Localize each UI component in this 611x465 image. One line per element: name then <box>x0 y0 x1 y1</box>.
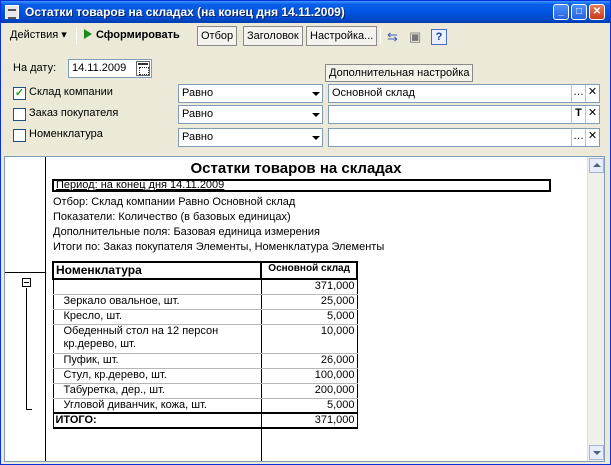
table-row: Зеркало овальное, шт. 25,000 <box>52 294 358 310</box>
report-indicators-line: Показатели: Количество (в базовых единиц… <box>53 211 291 223</box>
report-extra-fields-line: Дополнительные поля: Базовая единица изм… <box>53 226 320 238</box>
clear-icon[interactable]: ✕ <box>585 85 599 102</box>
minimize-button[interactable]: _ <box>553 4 569 20</box>
play-icon <box>84 29 92 39</box>
select-ellipsis-icon[interactable]: … <box>571 85 585 102</box>
total-value: 371,000 <box>260 412 358 429</box>
stock-table: Номенклатура Основной склад 371,000 Зерк… <box>51 261 358 429</box>
report-filter-line: Отбор: Склад компании Равно Основной скл… <box>53 196 296 208</box>
table-row: Табуретка, дер., шт. 200,000 <box>52 383 358 399</box>
generate-button[interactable]: Сформировать <box>81 26 183 46</box>
settings-button[interactable]: Настройка... <box>306 26 378 46</box>
column-header-nomenclature: Номенклатура <box>51 261 263 280</box>
warehouse-condition-select[interactable]: Равно <box>178 84 323 103</box>
customer-order-value-field[interactable]: T ✕ <box>328 105 600 124</box>
report-title: Остатки товаров на складах <box>190 160 402 177</box>
report-icon <box>5 5 19 19</box>
clear-icon[interactable]: ✕ <box>585 129 599 146</box>
group-total-cell: 371,000 <box>260 279 358 295</box>
select-ellipsis-icon[interactable]: … <box>571 129 585 146</box>
warehouse-checkbox[interactable]: ✓ <box>13 87 26 100</box>
total-row: ИТОГО: 371,000 <box>52 412 358 429</box>
customer-order-checkbox[interactable] <box>13 108 26 121</box>
report-period: Период: на конец дня 14.11.2009 <box>52 179 551 192</box>
scroll-up-icon[interactable] <box>589 158 604 173</box>
toolbar: Действия ▾ Сформировать Отбор Заголовок … <box>4 25 607 47</box>
column-header-main-warehouse: Основной склад <box>260 261 358 280</box>
chevron-down-icon[interactable] <box>309 85 322 102</box>
table-row: Стул, кр.дерево, шт. 100,000 <box>52 368 358 384</box>
warehouse-value-field[interactable]: Основной склад … ✕ <box>328 84 600 103</box>
clear-icon[interactable]: ✕ <box>585 106 599 123</box>
report-totals-by-line: Итоги по: Заказ покупателя Элементы, Ном… <box>53 241 385 253</box>
chevron-down-icon[interactable] <box>309 106 322 123</box>
chevron-down-icon[interactable] <box>309 129 322 146</box>
help-icon[interactable]: ? <box>431 29 447 45</box>
table-row: Обеденный стол на 12 персон кр.дерево, ш… <box>52 324 358 354</box>
scroll-down-icon[interactable] <box>589 445 604 460</box>
type-select-icon[interactable]: T <box>571 106 585 123</box>
table-row: 371,000 <box>52 279 358 295</box>
maximize-button[interactable]: □ <box>571 4 587 20</box>
report-spreadsheet[interactable]: Остатки товаров на складах Период: на ко… <box>4 156 605 462</box>
header-button[interactable]: Заголовок <box>243 26 303 46</box>
nomenclature-checkbox[interactable] <box>13 129 26 142</box>
nomenclature-value-field[interactable]: … ✕ <box>328 128 600 147</box>
close-button[interactable]: ✕ <box>589 4 605 20</box>
collapse-group-icon[interactable] <box>22 278 31 287</box>
nomenclature-condition-select[interactable]: Равно <box>178 128 323 147</box>
restore-settings-icon[interactable]: ⇆ <box>387 29 403 45</box>
vertical-scrollbar[interactable] <box>587 157 604 461</box>
title-bar[interactable]: Остатки товаров на складах (на конец дня… <box>1 1 610 23</box>
nomenclature-label: Номенклатура <box>29 128 103 140</box>
extra-settings-tooltip: Дополнительная настройка <box>325 64 473 82</box>
window-title: Остатки товаров на складах (на конец дня… <box>25 5 345 19</box>
warehouse-label: Склад компании <box>29 86 113 98</box>
actions-menu[interactable]: Действия ▾ <box>7 26 70 46</box>
table-row: Кресло, шт. 5,000 <box>52 309 358 325</box>
customer-order-label: Заказ покупателя <box>29 107 119 119</box>
table-row: Пуфик, шт. 26,000 <box>52 353 358 369</box>
calendar-icon[interactable] <box>136 61 150 76</box>
customer-order-condition-select[interactable]: Равно <box>178 105 323 124</box>
filter-button[interactable]: Отбор <box>197 26 238 46</box>
date-label: На дату: <box>13 62 57 74</box>
save-settings-icon[interactable]: ▣ <box>409 29 425 45</box>
report-window: Остатки товаров на складах (на конец дня… <box>0 0 611 465</box>
total-label: ИТОГО: <box>52 412 262 429</box>
date-input[interactable]: 14.11.2009 <box>68 59 152 78</box>
table-row: Угловой диванчик, кожа, шт. 5,000 <box>52 398 358 414</box>
